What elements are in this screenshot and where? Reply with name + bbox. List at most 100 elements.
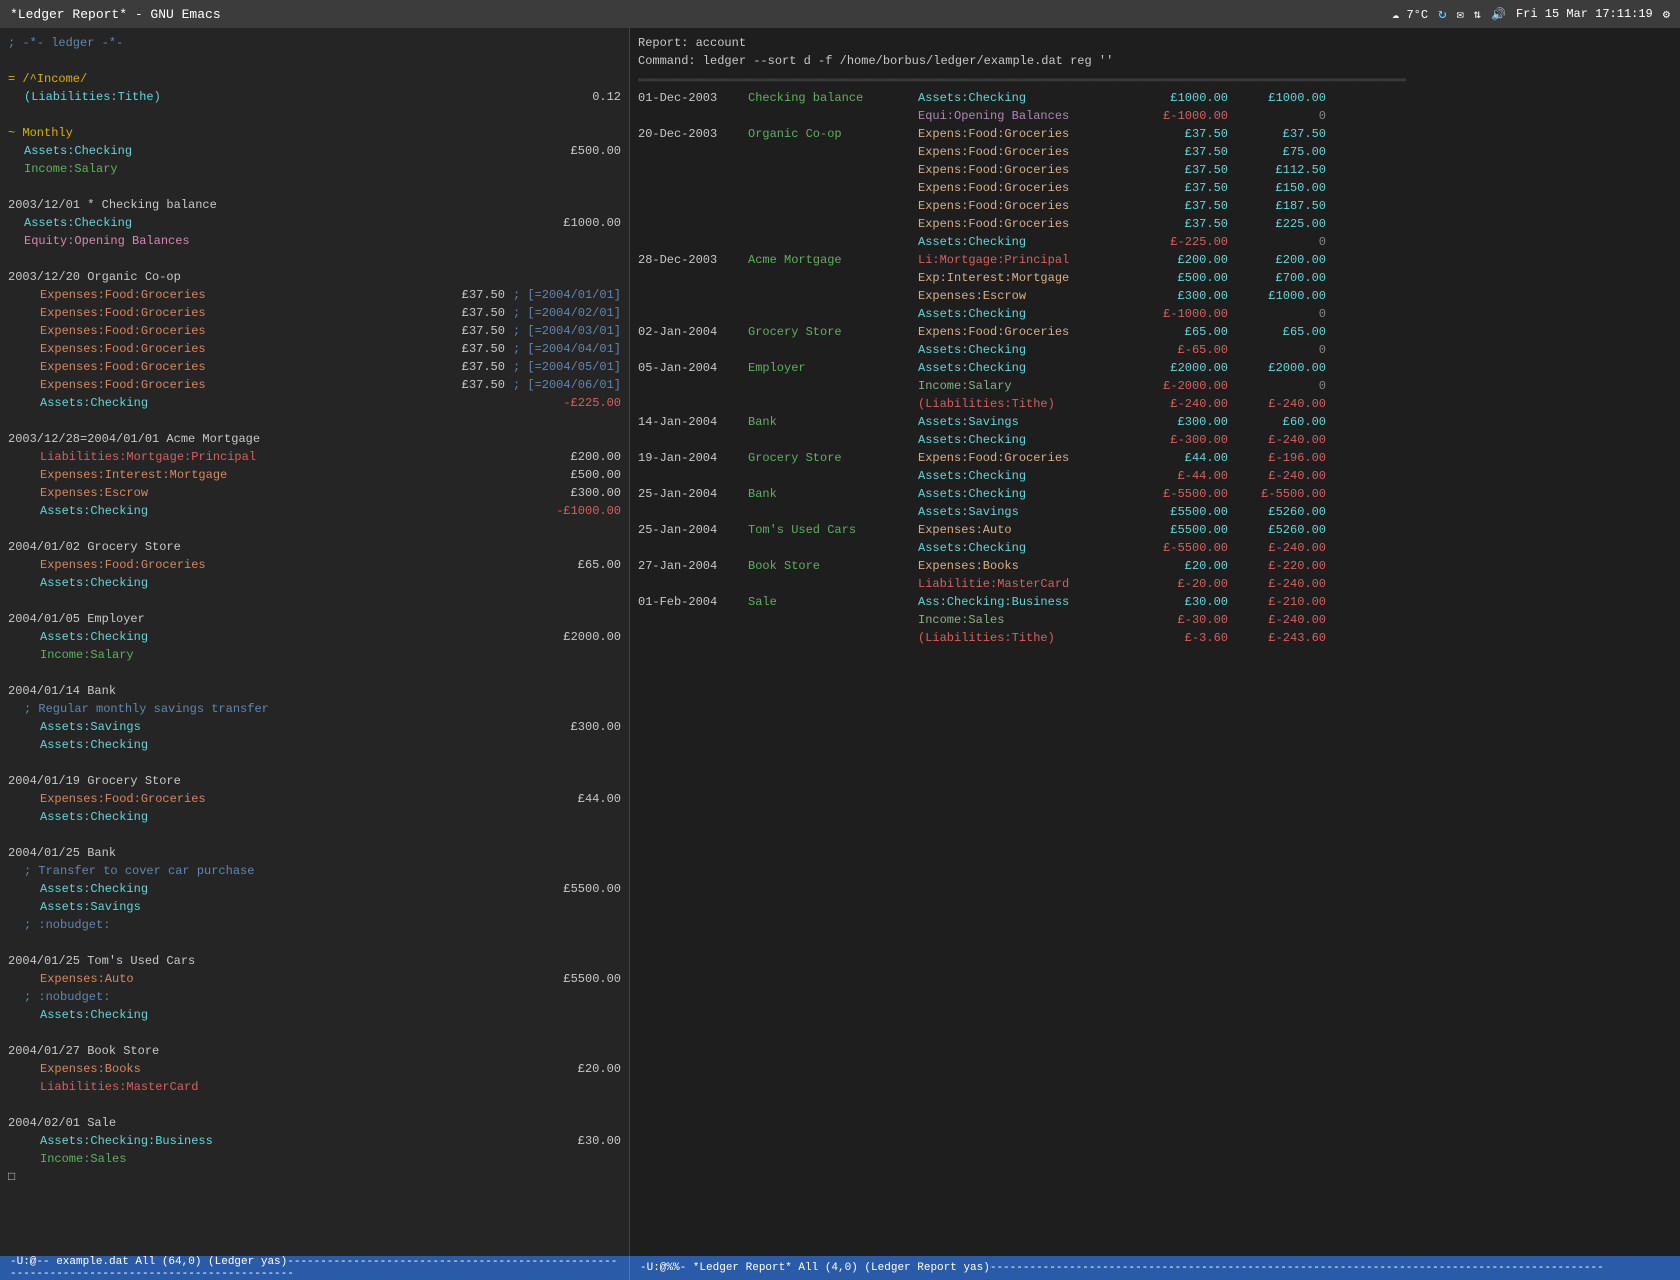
table-row: Assets:Checking£-300.00£-240.00 — [638, 431, 1672, 449]
statusbar-left: -U:@-- example.dat All (64,0) (Ledger ya… — [0, 1256, 630, 1280]
col-amount: £-1000.00 — [1138, 305, 1228, 323]
col-balance: £-240.00 — [1236, 467, 1326, 485]
editor-line — [8, 106, 621, 124]
col-date: 14-Jan-2004 — [638, 413, 748, 431]
table-row: Assets:Checking£-225.000 — [638, 233, 1672, 251]
editor-line: 2004/01/02 Grocery Store — [8, 538, 621, 556]
editor-content: ; -*- ledger -*- = /^Income/(Liabilities… — [8, 34, 621, 1186]
table-row: 05-Jan-2004EmployerAssets:Checking£2000.… — [638, 359, 1672, 377]
line-text: Assets:Checking — [40, 1006, 148, 1024]
col-date: 28-Dec-2003 — [638, 251, 748, 269]
col-amount: £5500.00 — [1138, 521, 1228, 539]
col-date — [638, 215, 748, 233]
line-text: Expenses:Books — [40, 1060, 141, 1078]
col-account: (Liabilities:Tithe) — [918, 629, 1138, 647]
col-account: Expens:Food:Groceries — [918, 143, 1138, 161]
line-text: Assets:Checking — [40, 880, 148, 898]
col-account: Expenses:Books — [918, 557, 1138, 575]
col-balance: 0 — [1236, 341, 1326, 359]
line-amount: 0.12 — [541, 88, 621, 106]
editor-line: 2004/01/19 Grocery Store — [8, 772, 621, 790]
col-payee: Book Store — [748, 557, 918, 575]
table-row: 25-Jan-2004Tom's Used CarsExpenses:Auto£… — [638, 521, 1672, 539]
line-amount: £1000.00 — [541, 214, 621, 232]
line-text: 2004/01/05 Employer — [8, 610, 145, 628]
line-amount: £200.00 — [541, 448, 621, 466]
line-comment: ; [=2004/05/01] — [513, 358, 621, 376]
line-text: □ — [8, 1168, 15, 1186]
line-comment: ; [=2004/02/01] — [513, 304, 621, 322]
line-text: ; Transfer to cover car purchase — [24, 862, 254, 880]
col-balance: £-220.00 — [1236, 557, 1326, 575]
col-date — [638, 179, 748, 197]
col-account: Expens:Food:Groceries — [918, 215, 1138, 233]
editor-line: Expenses:Auto£5500.00 — [8, 970, 621, 988]
title-text: *Ledger Report* - GNU Emacs — [10, 7, 221, 22]
col-account: Assets:Checking — [918, 431, 1138, 449]
col-account: Assets:Checking — [918, 359, 1138, 377]
editor-line: Assets:Savings — [8, 898, 621, 916]
col-payee — [748, 107, 918, 125]
col-amount: £37.50 — [1138, 125, 1228, 143]
line-comment: ; [=2004/03/01] — [513, 322, 621, 340]
editor-line: 2004/01/27 Book Store — [8, 1042, 621, 1060]
table-row: (Liabilities:Tithe)£-3.60£-243.60 — [638, 629, 1672, 647]
editor-line: Expenses:Food:Groceries£37.50 ; [=2004/0… — [8, 304, 621, 322]
table-row: Assets:Checking£-5500.00£-240.00 — [638, 539, 1672, 557]
col-amount: £65.00 — [1138, 323, 1228, 341]
col-amount: £1000.00 — [1138, 89, 1228, 107]
editor-line: 2004/01/05 Employer — [8, 610, 621, 628]
editor-line: 2003/12/01 * Checking balance — [8, 196, 621, 214]
col-date — [638, 305, 748, 323]
col-date — [638, 143, 748, 161]
col-payee — [748, 287, 918, 305]
col-balance: £112.50 — [1236, 161, 1326, 179]
line-text: Liabilities:MasterCard — [40, 1078, 198, 1096]
settings-icon[interactable]: ⚙ — [1663, 7, 1670, 22]
editor-line — [8, 52, 621, 70]
reload-icon[interactable]: ↻ — [1438, 6, 1446, 23]
time-display: Fri 15 Mar 17:11:19 — [1516, 7, 1653, 21]
col-payee — [748, 611, 918, 629]
editor-line: = /^Income/ — [8, 70, 621, 88]
col-amount: £37.50 — [1138, 179, 1228, 197]
editor-pane[interactable]: ; -*- ledger -*- = /^Income/(Liabilities… — [0, 28, 630, 1256]
editor-line: Assets:Checking:Business£30.00 — [8, 1132, 621, 1150]
col-payee: Tom's Used Cars — [748, 521, 918, 539]
editor-line: Expenses:Food:Groceries£65.00 — [8, 556, 621, 574]
col-account: Assets:Checking — [918, 233, 1138, 251]
col-amount: £2000.00 — [1138, 359, 1228, 377]
col-balance: £-240.00 — [1236, 539, 1326, 557]
col-date — [638, 341, 748, 359]
line-comment: ; [=2004/04/01] — [513, 340, 621, 358]
col-account: Liabilitie:MasterCard — [918, 575, 1138, 593]
col-payee — [748, 197, 918, 215]
col-amount: £-225.00 — [1138, 233, 1228, 251]
line-text: Expenses:Food:Groceries — [40, 790, 206, 808]
table-row: Liabilitie:MasterCard£-20.00£-240.00 — [638, 575, 1672, 593]
line-text: Income:Salary — [24, 160, 118, 178]
col-amount: £30.00 — [1138, 593, 1228, 611]
col-amount: £20.00 — [1138, 557, 1228, 575]
table-row: Expens:Food:Groceries£37.50£225.00 — [638, 215, 1672, 233]
col-balance: £5260.00 — [1236, 521, 1326, 539]
line-text: Expenses:Food:Groceries — [40, 556, 206, 574]
line-text: Assets:Checking — [40, 628, 148, 646]
col-balance: £150.00 — [1236, 179, 1326, 197]
col-balance: £75.00 — [1236, 143, 1326, 161]
col-payee — [748, 503, 918, 521]
col-payee: Acme Mortgage — [748, 251, 918, 269]
col-balance: 0 — [1236, 305, 1326, 323]
line-amount: -£1000.00 — [541, 502, 621, 520]
col-payee: Bank — [748, 413, 918, 431]
editor-line: Assets:Checking — [8, 574, 621, 592]
line-amount: £37.50 — [425, 340, 505, 358]
line-text: Assets:Checking — [24, 214, 132, 232]
line-text: 2004/01/19 Grocery Store — [8, 772, 181, 790]
col-payee — [748, 179, 918, 197]
col-payee: Sale — [748, 593, 918, 611]
line-text: Assets:Savings — [40, 718, 141, 736]
col-balance: £60.00 — [1236, 413, 1326, 431]
col-amount: £-5500.00 — [1138, 485, 1228, 503]
col-amount: £300.00 — [1138, 287, 1228, 305]
